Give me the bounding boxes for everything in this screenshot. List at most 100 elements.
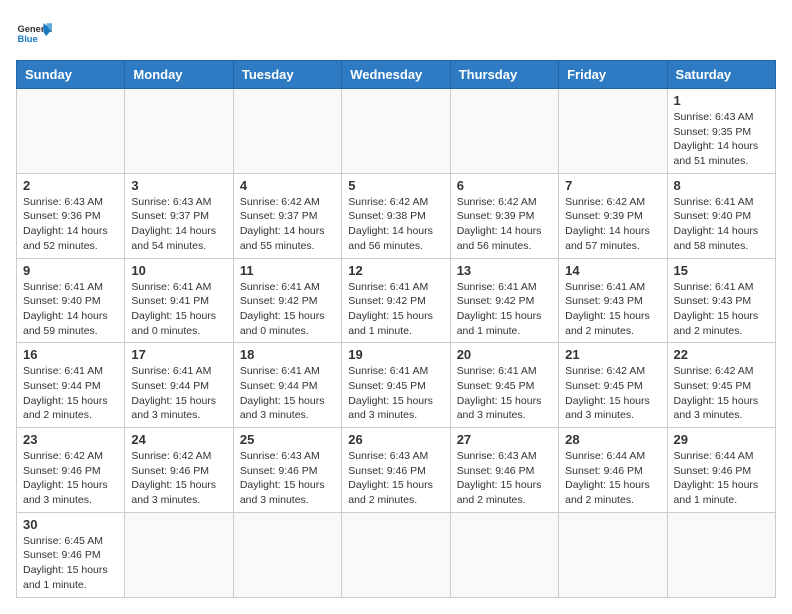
day-number: 12 xyxy=(348,263,443,278)
day-number: 21 xyxy=(565,347,660,362)
svg-text:Blue: Blue xyxy=(17,34,37,44)
day-number: 25 xyxy=(240,432,335,447)
calendar-cell xyxy=(342,512,450,597)
calendar-cell: 5 Sunrise: 6:42 AMSunset: 9:38 PMDaylight… xyxy=(342,173,450,258)
calendar-cell xyxy=(233,89,341,174)
day-info: Sunrise: 6:41 AMSunset: 9:40 PMDaylight:… xyxy=(674,195,769,254)
calendar-cell xyxy=(559,89,667,174)
day-info: Sunrise: 6:41 AMSunset: 9:45 PMDaylight:… xyxy=(348,364,443,423)
day-info: Sunrise: 6:45 AMSunset: 9:46 PMDaylight:… xyxy=(23,534,118,593)
day-number: 5 xyxy=(348,178,443,193)
calendar-cell xyxy=(17,89,125,174)
calendar-week-row: 1 Sunrise: 6:43 AMSunset: 9:35 PMDaylight… xyxy=(17,89,776,174)
day-number: 27 xyxy=(457,432,552,447)
calendar-cell: 20Sunrise: 6:41 AMSunset: 9:45 PMDayligh… xyxy=(450,343,558,428)
day-info: Sunrise: 6:41 AMSunset: 9:42 PMDaylight:… xyxy=(348,280,443,339)
calendar-cell xyxy=(559,512,667,597)
day-number: 20 xyxy=(457,347,552,362)
calendar-cell: 23 Sunrise: 6:42 AMSunset: 9:46 PMDayligh… xyxy=(17,428,125,513)
calendar-cell: 3 Sunrise: 6:43 AMSunset: 9:37 PMDaylight… xyxy=(125,173,233,258)
calendar-cell: 24Sunrise: 6:42 AMSunset: 9:46 PMDayligh… xyxy=(125,428,233,513)
calendar-cell: 8 Sunrise: 6:41 AMSunset: 9:40 PMDaylight… xyxy=(667,173,775,258)
calendar-cell: 1 Sunrise: 6:43 AMSunset: 9:35 PMDaylight… xyxy=(667,89,775,174)
day-number: 13 xyxy=(457,263,552,278)
calendar-cell: 22Sunrise: 6:42 AMSunset: 9:45 PMDayligh… xyxy=(667,343,775,428)
calendar-cell: 2Sunrise: 6:43 AMSunset: 9:36 PMDaylight… xyxy=(17,173,125,258)
day-info: Sunrise: 6:42 AMSunset: 9:39 PMDaylight:… xyxy=(457,195,552,254)
day-info: Sunrise: 6:43 AMSunset: 9:46 PMDaylight:… xyxy=(457,449,552,508)
calendar-cell: 6 Sunrise: 6:42 AMSunset: 9:39 PMDaylight… xyxy=(450,173,558,258)
column-header-tuesday: Tuesday xyxy=(233,61,341,89)
calendar-cell: 7 Sunrise: 6:42 AMSunset: 9:39 PMDaylight… xyxy=(559,173,667,258)
day-number: 29 xyxy=(674,432,769,447)
day-number: 22 xyxy=(674,347,769,362)
column-header-saturday: Saturday xyxy=(667,61,775,89)
page-header: General Blue xyxy=(16,16,776,52)
day-info: Sunrise: 6:41 AMSunset: 9:44 PMDaylight:… xyxy=(240,364,335,423)
day-info: Sunrise: 6:41 AMSunset: 9:43 PMDaylight:… xyxy=(565,280,660,339)
day-info: Sunrise: 6:43 AMSunset: 9:46 PMDaylight:… xyxy=(348,449,443,508)
day-info: Sunrise: 6:41 AMSunset: 9:43 PMDaylight:… xyxy=(674,280,769,339)
day-info: Sunrise: 6:44 AMSunset: 9:46 PMDaylight:… xyxy=(674,449,769,508)
column-header-wednesday: Wednesday xyxy=(342,61,450,89)
day-number: 10 xyxy=(131,263,226,278)
day-number: 23 xyxy=(23,432,118,447)
calendar-cell xyxy=(125,89,233,174)
day-number: 16 xyxy=(23,347,118,362)
calendar-cell: 21 Sunrise: 6:42 AMSunset: 9:45 PMDayligh… xyxy=(559,343,667,428)
calendar-cell xyxy=(125,512,233,597)
day-number: 26 xyxy=(348,432,443,447)
day-info: Sunrise: 6:42 AMSunset: 9:45 PMDaylight:… xyxy=(565,364,660,423)
day-number: 19 xyxy=(348,347,443,362)
calendar-cell: 13Sunrise: 6:41 AMSunset: 9:42 PMDayligh… xyxy=(450,258,558,343)
calendar-week-row: 9Sunrise: 6:41 AMSunset: 9:40 PMDaylight… xyxy=(17,258,776,343)
column-header-monday: Monday xyxy=(125,61,233,89)
calendar-header-row: SundayMondayTuesdayWednesdayThursdayFrid… xyxy=(17,61,776,89)
day-number: 30 xyxy=(23,517,118,532)
calendar-cell xyxy=(450,512,558,597)
calendar-cell: 15 Sunrise: 6:41 AMSunset: 9:43 PMDayligh… xyxy=(667,258,775,343)
day-number: 15 xyxy=(674,263,769,278)
calendar-cell: 27 Sunrise: 6:43 AMSunset: 9:46 PMDayligh… xyxy=(450,428,558,513)
calendar-table: SundayMondayTuesdayWednesdayThursdayFrid… xyxy=(16,60,776,598)
calendar-cell: 16 Sunrise: 6:41 AMSunset: 9:44 PMDayligh… xyxy=(17,343,125,428)
day-number: 8 xyxy=(674,178,769,193)
day-number: 2 xyxy=(23,178,118,193)
day-info: Sunrise: 6:41 AMSunset: 9:41 PMDaylight:… xyxy=(131,280,226,339)
calendar-cell xyxy=(233,512,341,597)
day-info: Sunrise: 6:42 AMSunset: 9:46 PMDaylight:… xyxy=(23,449,118,508)
day-info: Sunrise: 6:42 AMSunset: 9:37 PMDaylight:… xyxy=(240,195,335,254)
logo-icon: General Blue xyxy=(16,16,52,52)
day-info: Sunrise: 6:41 AMSunset: 9:44 PMDaylight:… xyxy=(23,364,118,423)
calendar-cell: 18 Sunrise: 6:41 AMSunset: 9:44 PMDayligh… xyxy=(233,343,341,428)
calendar-cell: 29 Sunrise: 6:44 AMSunset: 9:46 PMDayligh… xyxy=(667,428,775,513)
calendar-cell: 11Sunrise: 6:41 AMSunset: 9:42 PMDayligh… xyxy=(233,258,341,343)
day-number: 7 xyxy=(565,178,660,193)
day-number: 6 xyxy=(457,178,552,193)
calendar-cell: 26 Sunrise: 6:43 AMSunset: 9:46 PMDayligh… xyxy=(342,428,450,513)
day-info: Sunrise: 6:43 AMSunset: 9:37 PMDaylight:… xyxy=(131,195,226,254)
day-number: 1 xyxy=(674,93,769,108)
day-info: Sunrise: 6:42 AMSunset: 9:39 PMDaylight:… xyxy=(565,195,660,254)
calendar-cell: 4Sunrise: 6:42 AMSunset: 9:37 PMDaylight… xyxy=(233,173,341,258)
calendar-cell: 25 Sunrise: 6:43 AMSunset: 9:46 PMDayligh… xyxy=(233,428,341,513)
calendar-cell: 28Sunrise: 6:44 AMSunset: 9:46 PMDayligh… xyxy=(559,428,667,513)
day-number: 18 xyxy=(240,347,335,362)
day-info: Sunrise: 6:44 AMSunset: 9:46 PMDaylight:… xyxy=(565,449,660,508)
day-number: 3 xyxy=(131,178,226,193)
day-info: Sunrise: 6:42 AMSunset: 9:38 PMDaylight:… xyxy=(348,195,443,254)
column-header-sunday: Sunday xyxy=(17,61,125,89)
calendar-week-row: 2Sunrise: 6:43 AMSunset: 9:36 PMDaylight… xyxy=(17,173,776,258)
calendar-cell: 30 Sunrise: 6:45 AMSunset: 9:46 PMDayligh… xyxy=(17,512,125,597)
calendar-cell xyxy=(667,512,775,597)
day-info: Sunrise: 6:41 AMSunset: 9:40 PMDaylight:… xyxy=(23,280,118,339)
calendar-cell: 12 Sunrise: 6:41 AMSunset: 9:42 PMDayligh… xyxy=(342,258,450,343)
column-header-thursday: Thursday xyxy=(450,61,558,89)
calendar-cell: 9Sunrise: 6:41 AMSunset: 9:40 PMDaylight… xyxy=(17,258,125,343)
calendar-week-row: 16 Sunrise: 6:41 AMSunset: 9:44 PMDayligh… xyxy=(17,343,776,428)
day-info: Sunrise: 6:43 AMSunset: 9:46 PMDaylight:… xyxy=(240,449,335,508)
calendar-cell: 19 Sunrise: 6:41 AMSunset: 9:45 PMDayligh… xyxy=(342,343,450,428)
day-info: Sunrise: 6:43 AMSunset: 9:35 PMDaylight:… xyxy=(674,110,769,169)
day-info: Sunrise: 6:41 AMSunset: 9:42 PMDaylight:… xyxy=(240,280,335,339)
column-header-friday: Friday xyxy=(559,61,667,89)
